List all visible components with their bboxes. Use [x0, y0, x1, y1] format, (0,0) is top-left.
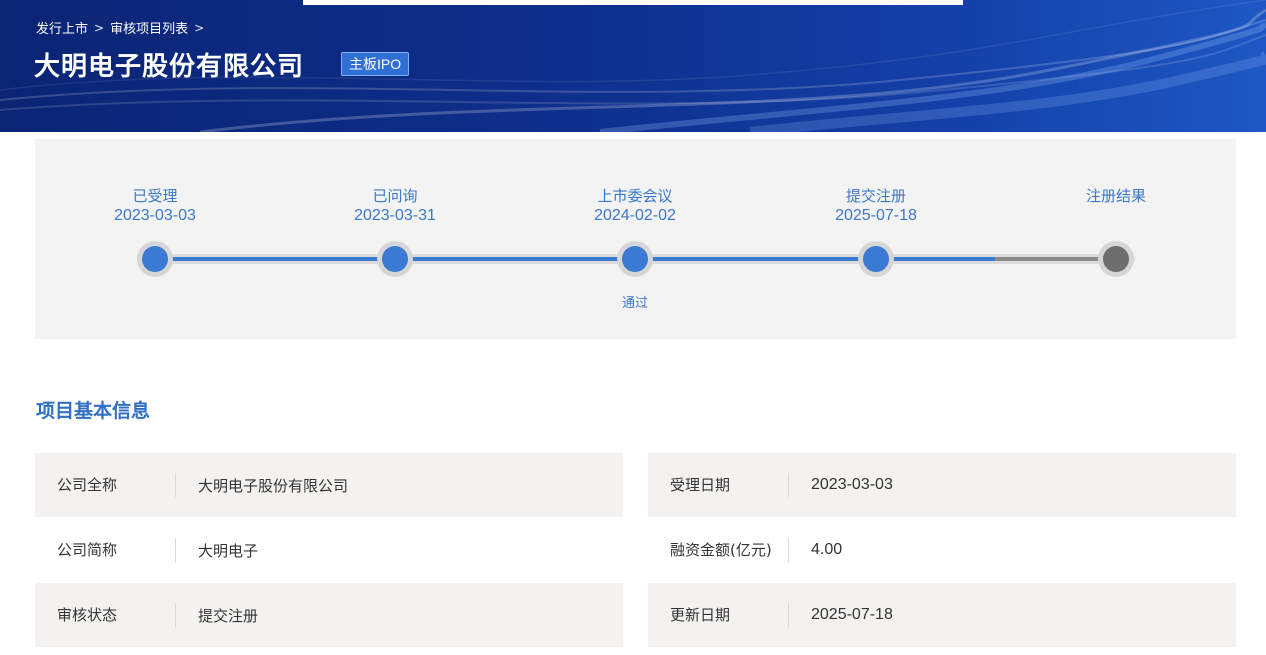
step-date: 2023-03-31 [354, 207, 436, 224]
board-badge: 主板IPO [341, 52, 410, 76]
info-value: 提交注册 [198, 606, 259, 625]
info-value: 大明电子股份有限公司 [198, 476, 349, 495]
step-date: 2023-03-03 [114, 207, 196, 224]
info-label: 融资金额(亿元) [648, 538, 789, 562]
timeline-step-inquiry: 已问询 2023-03-31 [315, 187, 475, 225]
info-value: 2025-07-18 [811, 606, 893, 623]
page-title: 大明电子股份有限公司 [34, 52, 305, 82]
timeline-step-committee: 上市委会议 2024-02-02 [555, 187, 715, 225]
timeline-node-registration [858, 241, 894, 277]
timeline-node-inquiry [377, 241, 413, 277]
section-title-basic-info: 项目基本信息 [36, 400, 151, 422]
info-label: 公司简称 [35, 538, 176, 562]
info-row-financing-amount: 融资金额(亿元) 4.00 [648, 518, 1236, 582]
info-label: 公司全称 [35, 473, 176, 497]
breadcrumb-item-review-list[interactable]: 审核项目列表 [110, 18, 188, 37]
step-date: 2024-02-02 [594, 207, 676, 224]
step-label: 已受理 [132, 187, 178, 205]
timeline-node-accepted [137, 241, 173, 277]
step-label: 已问询 [372, 187, 418, 205]
info-row-update-date: 更新日期 2025-07-18 [648, 583, 1236, 647]
step-label: 提交注册 [845, 187, 906, 205]
step-date: 2025-07-18 [835, 207, 917, 224]
info-label: 审核状态 [35, 603, 176, 627]
info-value: 大明电子 [198, 541, 259, 560]
timeline-step-registration: 提交注册 2025-07-18 [796, 187, 956, 225]
timeline-node-committee [617, 241, 653, 277]
info-row-review-status: 审核状态 提交注册 [35, 583, 623, 647]
timeline-node-result [1098, 241, 1134, 277]
info-value: 4.00 [811, 541, 843, 558]
step-label: 上市委会议 [597, 187, 673, 205]
banner-top-bar [303, 0, 963, 5]
timeline-step-result: 注册结果 [1036, 187, 1196, 206]
breadcrumb: 发行上市 > 审核项目列表 > [36, 18, 205, 38]
info-label: 受理日期 [648, 473, 789, 497]
info-row-accept-date: 受理日期 2023-03-03 [648, 453, 1236, 517]
step-label: 注册结果 [1085, 187, 1146, 205]
breadcrumb-item-listing[interactable]: 发行上市 [36, 18, 88, 37]
timeline-step-accepted: 已受理 2023-03-03 [75, 187, 235, 225]
committee-result-note: 通过 [621, 296, 648, 311]
info-label: 更新日期 [648, 603, 789, 627]
info-row-short-name: 公司简称 大明电子 [35, 518, 623, 582]
breadcrumb-separator: > [94, 20, 105, 35]
breadcrumb-separator: > [194, 20, 205, 35]
info-value: 2023-03-03 [811, 476, 893, 493]
header-banner: 发行上市 > 审核项目列表 > 大明电子股份有限公司 主板IPO [0, 0, 1266, 132]
info-row-full-name: 公司全称 大明电子股份有限公司 [35, 453, 623, 517]
progress-timeline: 已受理 2023-03-03 已问询 2023-03-31 上市委会议 2024… [35, 139, 1236, 339]
